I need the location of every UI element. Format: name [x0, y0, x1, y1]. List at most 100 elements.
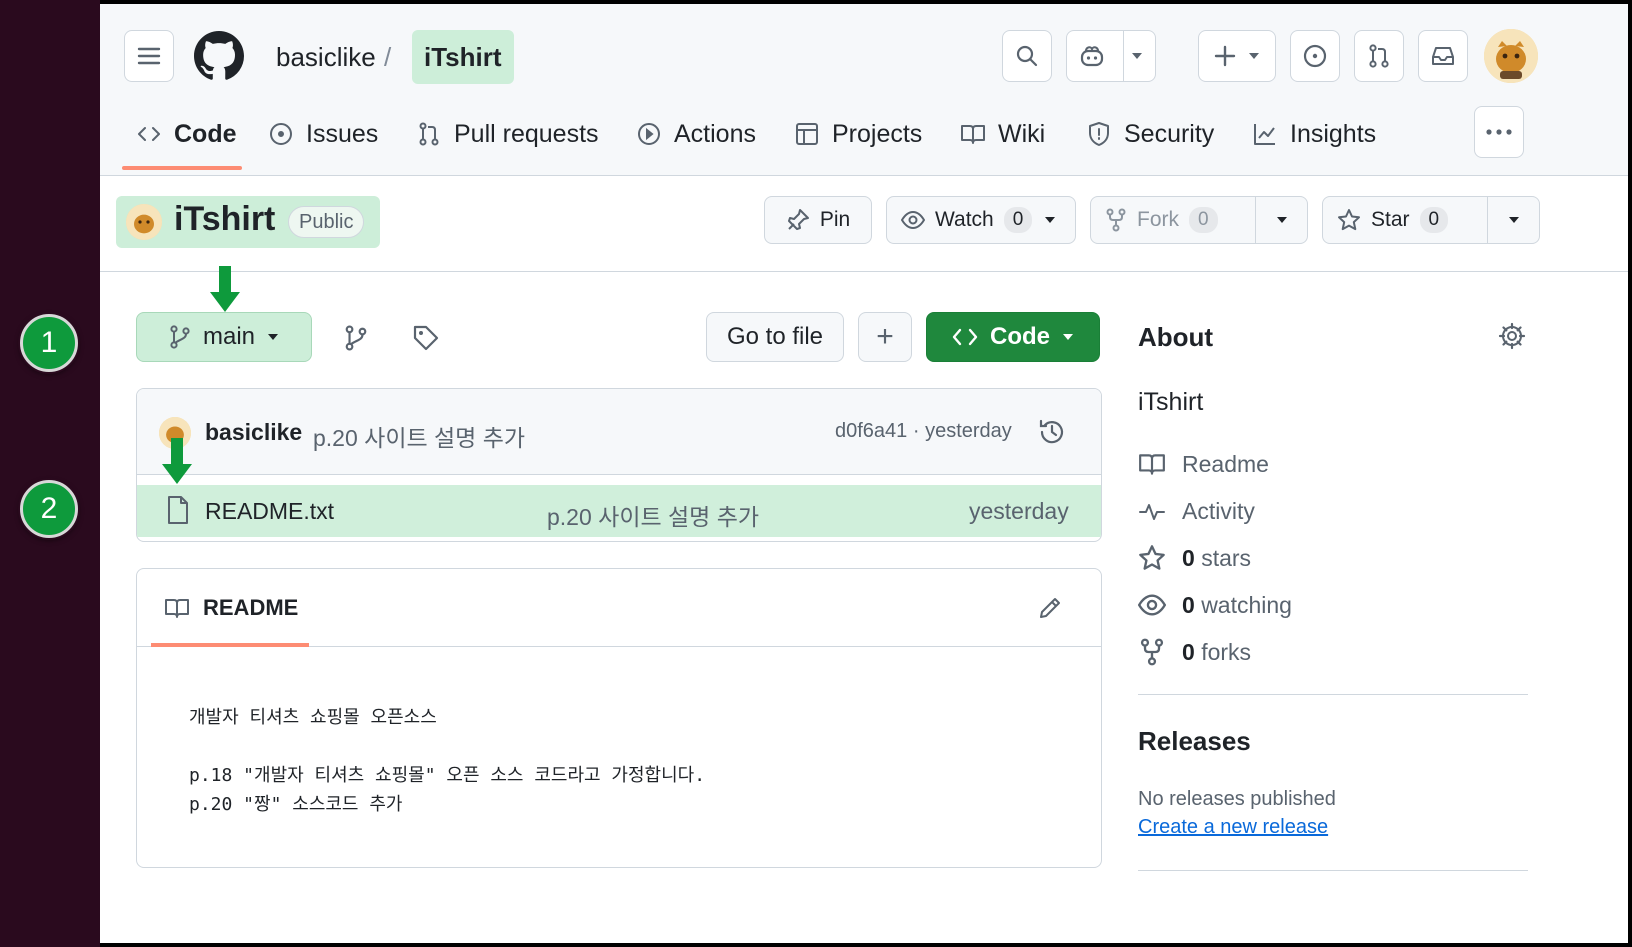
more-tabs-button[interactable]: [1474, 106, 1524, 158]
step-badge-1: 1: [20, 314, 78, 372]
readme-link-label: Readme: [1182, 450, 1269, 477]
book-icon: [961, 125, 985, 144]
watch-button[interactable]: Watch 0: [886, 196, 1076, 244]
watching-count: 0: [1182, 591, 1195, 618]
tab-actions-label: Actions: [674, 119, 756, 148]
add-file-button[interactable]: +: [858, 312, 912, 362]
menu-button[interactable]: [124, 30, 174, 82]
go-to-file-button[interactable]: Go to file: [706, 312, 844, 362]
tab-projects-label: Projects: [832, 119, 923, 148]
tab-pull-requests-label: Pull requests: [454, 119, 599, 148]
search-icon: [1016, 45, 1038, 67]
branches-icon[interactable]: [344, 324, 368, 352]
hamburger-icon: [137, 47, 161, 65]
code-icon: [138, 127, 160, 141]
repo-name[interactable]: iTshirt: [174, 200, 275, 239]
commit-author[interactable]: basiclike: [205, 419, 302, 446]
fork-button[interactable]: Fork 0: [1090, 196, 1308, 244]
tab-issues[interactable]: Issues: [268, 112, 378, 156]
tab-pull-requests[interactable]: Pull requests: [416, 112, 599, 156]
active-tab-underline: [122, 166, 242, 170]
code-download-button[interactable]: Code: [926, 312, 1100, 362]
no-releases-text: No releases published: [1138, 788, 1336, 810]
gear-icon[interactable]: [1498, 322, 1526, 350]
path-separator: /: [384, 42, 392, 72]
file-name[interactable]: README.txt: [205, 498, 334, 525]
issue-icon: [270, 123, 292, 145]
eye-icon: [1138, 594, 1166, 616]
sidebar-divider: [1138, 694, 1528, 695]
commit-hash-time[interactable]: d0f6a41 · yesterday: [835, 420, 1012, 443]
fork-label: Fork: [1137, 208, 1179, 231]
book-icon: [1139, 454, 1165, 475]
owner-link[interactable]: basiclike: [276, 42, 376, 73]
activity-link[interactable]: Activity: [1138, 497, 1255, 525]
git-branch-icon: [170, 325, 190, 349]
pencil-icon[interactable]: [1037, 595, 1063, 621]
arrow-down-icon: [210, 266, 240, 312]
inbox-button[interactable]: [1418, 30, 1468, 82]
watching-label: watching: [1201, 591, 1292, 618]
user-avatar[interactable]: [1484, 29, 1538, 83]
github-page: basiclike / iTshirt Code Issues Pull req…: [100, 4, 1628, 943]
forks-count: 0: [1182, 638, 1195, 665]
sidebar-divider: [1138, 870, 1528, 871]
branch-selector[interactable]: main: [136, 312, 312, 362]
inbox-icon: [1432, 47, 1454, 65]
tab-insights[interactable]: Insights: [1252, 112, 1376, 156]
chevron-down-icon: [1276, 217, 1287, 223]
chevron-down-icon: [1132, 53, 1142, 59]
readme-link[interactable]: Readme: [1138, 450, 1269, 478]
tab-projects[interactable]: Projects: [794, 112, 922, 156]
chevron-down-icon: [268, 334, 279, 340]
create-release-link[interactable]: Create a new release: [1138, 816, 1328, 839]
star-button[interactable]: Star 0: [1322, 196, 1540, 244]
tag-icon[interactable]: [412, 324, 440, 352]
tab-code[interactable]: Code: [136, 112, 237, 156]
watching-link[interactable]: 0 watching: [1138, 591, 1292, 619]
tab-security[interactable]: Security: [1086, 112, 1214, 156]
stars-label: stars: [1201, 544, 1252, 571]
commit-message[interactable]: p.20 사이트 설명 추가: [313, 419, 525, 453]
star-count: 0: [1419, 207, 1449, 233]
pin-button[interactable]: Pin: [764, 196, 872, 244]
file-commit-time: yesterday: [969, 498, 1069, 524]
readme-tab-label[interactable]: README: [203, 595, 298, 621]
file-row[interactable]: README.txt p.20 사이트 설명 추가 yesterday: [137, 485, 1101, 537]
stars-count: 0: [1182, 544, 1195, 571]
releases-heading[interactable]: Releases: [1138, 726, 1251, 757]
forks-link[interactable]: 0 forks: [1138, 638, 1251, 666]
play-icon: [638, 123, 660, 145]
github-logo-icon[interactable]: [194, 31, 244, 81]
tab-insights-label: Insights: [1290, 119, 1377, 148]
repo-title-row: iTshirt Public Pin Watch 0 Fork 0 Star 0: [100, 176, 1628, 272]
go-to-file-label: Go to file: [726, 323, 824, 350]
star-dropdown[interactable]: [1487, 197, 1539, 243]
chevron-down-icon: [1508, 217, 1519, 223]
create-new-button[interactable]: [1198, 30, 1276, 82]
chevron-down-icon: [1249, 53, 1259, 59]
tab-actions[interactable]: Actions: [636, 112, 756, 156]
avatar-image-icon: [1484, 29, 1538, 83]
copilot-button[interactable]: [1066, 30, 1156, 82]
issues-button[interactable]: [1290, 30, 1340, 82]
forks-label: forks: [1201, 638, 1252, 665]
eye-icon: [901, 210, 925, 230]
pull-requests-button[interactable]: [1354, 30, 1404, 82]
tab-wiki[interactable]: Wiki: [960, 112, 1045, 156]
watch-label: Watch: [935, 208, 994, 231]
left-strip: 1 2: [0, 0, 100, 947]
kebab-horizontal-icon: [1486, 129, 1512, 135]
fork-dropdown[interactable]: [1255, 197, 1307, 243]
history-icon[interactable]: [1037, 417, 1067, 447]
file-list: basiclike p.20 사이트 설명 추가 d0f6a41 · yeste…: [136, 388, 1102, 542]
fork-count: 0: [1189, 207, 1218, 233]
stars-link[interactable]: 0 stars: [1138, 544, 1251, 572]
book-icon: [165, 599, 189, 618]
search-button[interactable]: [1002, 30, 1052, 82]
file-commit-message[interactable]: p.20 사이트 설명 추가: [547, 498, 759, 532]
repo-link[interactable]: iTshirt: [412, 30, 514, 84]
issue-icon: [1303, 44, 1327, 68]
tab-issues-label: Issues: [306, 119, 379, 148]
star-icon: [1139, 545, 1165, 570]
